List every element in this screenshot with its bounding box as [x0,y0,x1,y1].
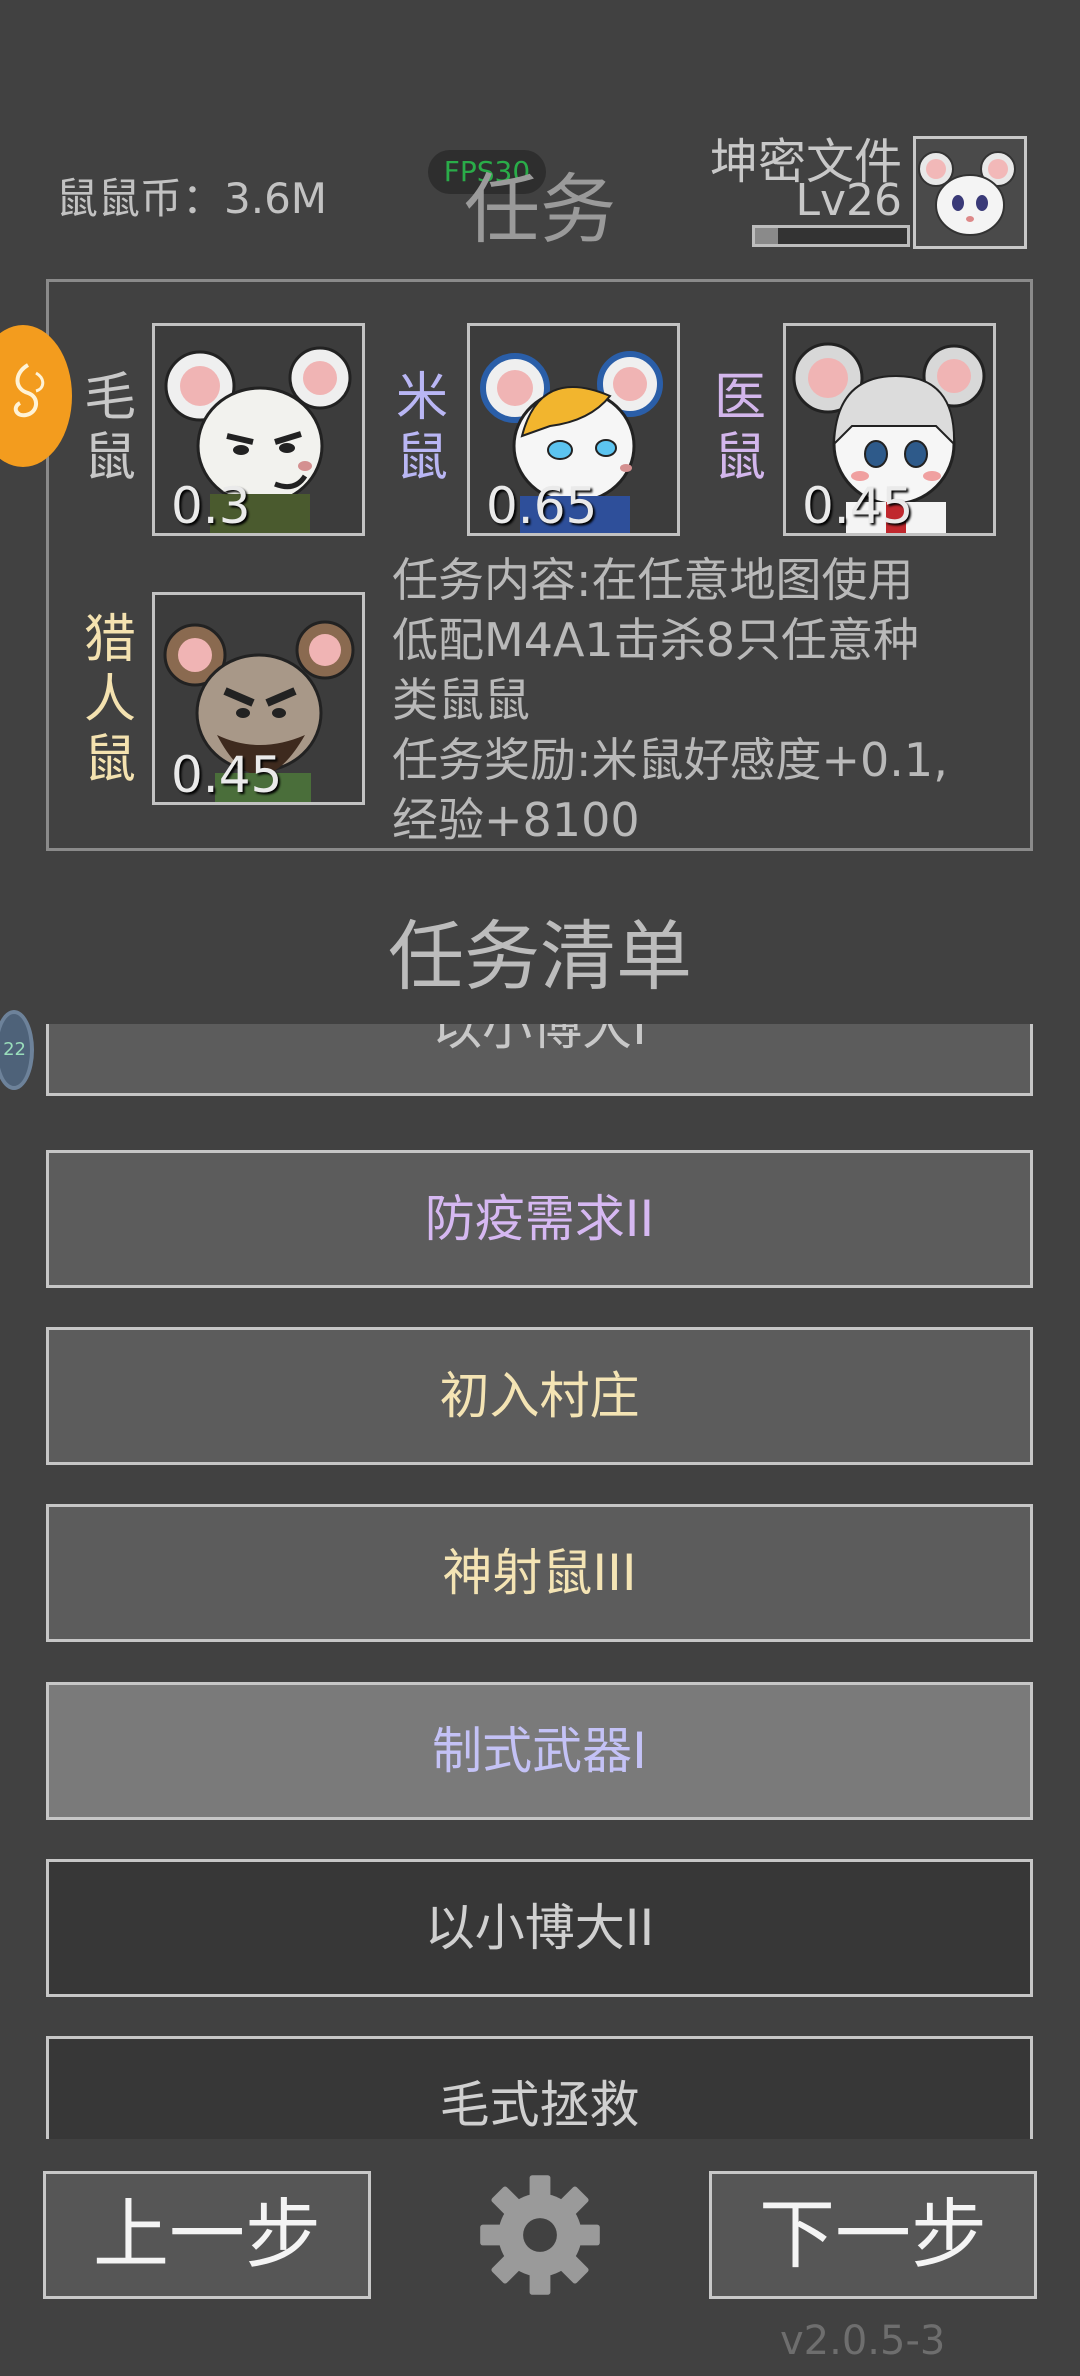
mission-item[interactable]: 神射鼠III [46,1504,1033,1642]
character-name-char: 鼠 [83,730,136,790]
character-name-mishu: 米 鼠 [394,368,450,488]
mission-item[interactable]: 以小博大I [46,1024,1033,1096]
next-step-button[interactable]: 下一步 [709,2171,1037,2299]
character-name-char: 鼠 [83,428,136,488]
settings-gear-icon[interactable] [475,2170,605,2300]
version-label: v2.0.5-3 [780,2318,946,2364]
fps-counter: FPS30 [428,150,546,194]
mission-reward-line: 任务奖励:米鼠好感度+0.1, [392,733,948,787]
mission-reward-line: 经验+8100 [392,793,640,847]
character-portrait-yishu[interactable]: 0.45 [783,323,996,536]
character-name-char: 人 [83,670,136,730]
character-name-char: 鼠 [713,428,766,488]
xp-progress-bar [752,225,910,247]
character-name-yishu: 医 鼠 [712,368,768,488]
coins-display: 鼠鼠币：3.6M [56,174,328,223]
prev-step-button[interactable]: 上一步 [43,2171,371,2299]
character-portrait-maoshu[interactable]: 0.3 [152,323,365,536]
mission-description-line: 低配M4A1击杀8只任意种 [392,613,919,667]
mission-item-selected[interactable]: 制式武器I [46,1682,1033,1820]
mission-item[interactable]: 以小博大II [46,1859,1033,1997]
mission-item[interactable]: 防疫需求II [46,1150,1033,1288]
character-name-char: 鼠 [395,428,448,488]
profile-avatar[interactable] [913,136,1027,249]
xp-progress-fill [755,228,778,244]
profile-level: Lv26 [795,175,902,226]
favor-value: 0.45 [171,746,283,804]
mission-description-line: 类鼠鼠 [392,673,530,727]
character-name-char: 米 [395,368,448,428]
character-name-lierenshu: 猎 人 鼠 [82,610,138,790]
mission-item[interactable]: 初入村庄 [46,1327,1033,1465]
character-portrait-lierenshu[interactable]: 0.45 [152,592,365,805]
mission-list[interactable]: 以小博大I 防疫需求II 初入村庄 神射鼠III 制式武器I 以小博大II 毛式… [0,1024,1080,2139]
favor-value: 0.3 [171,477,251,535]
character-name-char: 医 [713,368,766,428]
mission-list-title: 任务清单 [388,912,692,1001]
character-portrait-mishu[interactable]: 0.65 [467,323,680,536]
favor-value: 0.65 [486,477,598,535]
character-name-char: 毛 [83,368,136,428]
character-name-maoshu: 毛 鼠 [82,368,138,488]
favor-value: 0.45 [802,477,914,535]
mission-item[interactable]: 毛式拯救 [46,2036,1033,2139]
swirl-icon [13,363,45,418]
mission-description-line: 任务内容:在任意地图使用 [392,553,914,607]
character-name-char: 猎 [83,610,136,670]
mission-description: 任务内容:在任意地图使用 低配M4A1击杀8只任意种 类鼠鼠 任务奖励:米鼠好感… [392,550,992,850]
